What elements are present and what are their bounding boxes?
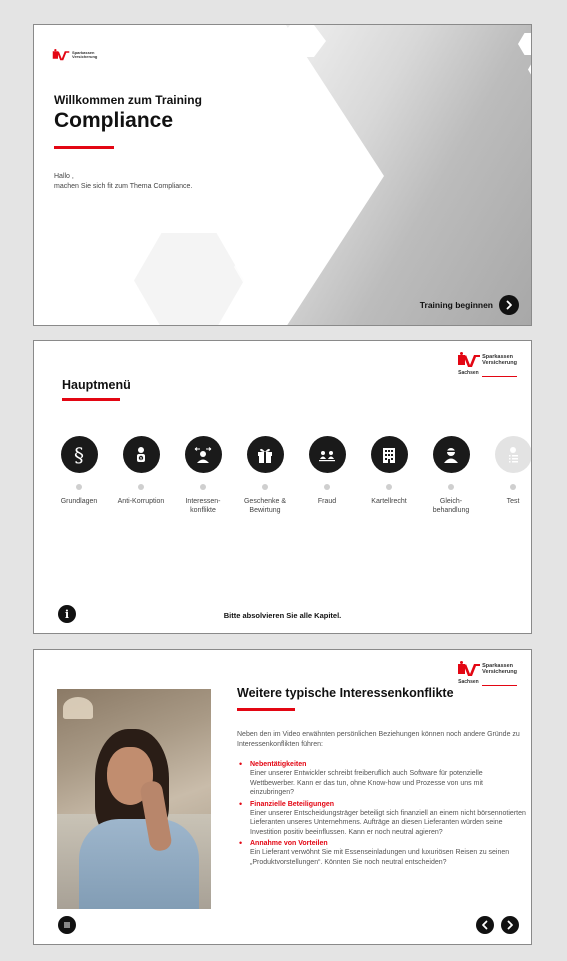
progress-dot bbox=[200, 484, 206, 490]
slide-content: Sparkassen Versicherung Sachsen Weitere … bbox=[33, 649, 532, 945]
menu-item-kartellrecht[interactable]: Kartellrecht bbox=[358, 436, 420, 506]
greeting-text: Hallo , machen Sie sich fit zum Thema Co… bbox=[54, 172, 192, 192]
start-training-button[interactable]: Training beginnen bbox=[420, 295, 519, 315]
next-button[interactable] bbox=[501, 916, 519, 934]
brand-name-line2: Versicherung bbox=[72, 54, 98, 59]
menu-item-label: Geschenke & Bewirtung bbox=[243, 498, 287, 514]
chevron-left-icon bbox=[482, 920, 488, 930]
progress-dot bbox=[138, 484, 144, 490]
list-item-heading: Nebentätigkeiten bbox=[250, 761, 307, 768]
menu-item-label: Anti-Korruption bbox=[117, 498, 165, 505]
brand-name-line2: Versicherung bbox=[482, 360, 517, 366]
person-icon[interactable] bbox=[432, 436, 470, 473]
title-underline bbox=[237, 708, 295, 711]
brand-region: Sachsen bbox=[458, 679, 479, 685]
menu-item-label: Fraud bbox=[317, 498, 337, 505]
menu-item-anti-korruption[interactable]: $ Anti-Korruption bbox=[110, 436, 172, 506]
progress-dot bbox=[76, 484, 82, 490]
chapter-menu: § Grundlagen $ Anti-Korruption Interesse… bbox=[48, 436, 531, 536]
brand-region: Sachsen bbox=[458, 370, 479, 376]
menu-item-label: Interessen- konflikte bbox=[185, 498, 221, 514]
menu-item-test: Test bbox=[482, 436, 531, 506]
building-icon[interactable] bbox=[370, 436, 408, 473]
chevron-right-icon[interactable] bbox=[499, 295, 519, 315]
previous-button[interactable] bbox=[476, 916, 494, 934]
slide-welcome: Sparkassen Versicherung Willkommen zum T… bbox=[33, 24, 532, 326]
list-item: Nebentätigkeiten Einer unserer Entwickle… bbox=[237, 759, 527, 798]
list-item-heading: Finanzielle Beteiligungen bbox=[250, 800, 335, 808]
page-title: Hauptmenü bbox=[62, 378, 131, 392]
menu-item-label: Gleich- behandlung bbox=[432, 498, 470, 514]
menu-item-interessenkonflikte[interactable]: Interessen- konflikte bbox=[172, 436, 234, 515]
conflict-list: Nebentätigkeiten Einer unserer Entwickle… bbox=[237, 759, 527, 869]
menu-item-label: Test bbox=[506, 498, 520, 505]
welcome-heading: Willkommen zum Training bbox=[54, 93, 202, 107]
brand-logo: Sparkassen Versicherung Sachsen bbox=[458, 661, 517, 686]
training-title: Compliance bbox=[54, 109, 174, 132]
list-item-text: Einer unserer Entscheidungsträger beteil… bbox=[250, 809, 526, 836]
list-item: Annahme von Vorteilen Ein Lieferant verw… bbox=[237, 838, 527, 867]
list-item-text: Ein Lieferant verwöhnt Sie mit Essensein… bbox=[250, 849, 510, 866]
anti-bribery-icon[interactable]: $ bbox=[122, 436, 160, 473]
menu-item-gleichbehandlung[interactable]: Gleich- behandlung bbox=[420, 436, 482, 515]
fraud-icon[interactable] bbox=[308, 436, 346, 473]
progress-dot bbox=[510, 484, 516, 490]
progress-dot bbox=[262, 484, 268, 490]
brand-logo: Sparkassen Versicherung Sachsen bbox=[458, 352, 517, 377]
menu-item-fraud[interactable]: Fraud bbox=[296, 436, 358, 506]
menu-item-grundlagen[interactable]: § Grundlagen bbox=[48, 436, 110, 506]
paragraph-icon[interactable]: § bbox=[60, 436, 98, 473]
brand-logo: Sparkassen Versicherung bbox=[52, 49, 97, 61]
test-icon bbox=[494, 436, 531, 473]
completion-hint: Bitte absolvieren Sie alle Kapitel. bbox=[223, 611, 342, 620]
hamburger-icon bbox=[64, 922, 70, 928]
menu-item-geschenke[interactable]: Geschenke & Bewirtung bbox=[234, 436, 296, 515]
gift-icon[interactable] bbox=[246, 436, 284, 473]
title-underline bbox=[54, 146, 114, 149]
start-training-label: Training beginnen bbox=[419, 300, 493, 310]
menu-item-label: Grundlagen bbox=[60, 498, 98, 505]
greeting-line2: machen Sie sich fit zum Thema Compliance… bbox=[54, 183, 193, 190]
list-item: Finanzielle Beteiligungen Einer unserer … bbox=[237, 799, 527, 838]
menu-item-label: Kartellrecht bbox=[371, 498, 407, 505]
content-title: Weitere typische Interessenkonflikte bbox=[237, 686, 454, 700]
greeting-line1: Hallo , bbox=[54, 173, 74, 180]
slide-main-menu: Sparkassen Versicherung Sachsen Hauptmen… bbox=[33, 340, 532, 634]
conflict-icon[interactable] bbox=[184, 436, 222, 473]
chevron-right-icon bbox=[507, 920, 513, 930]
progress-dot bbox=[324, 484, 330, 490]
woman-photo bbox=[57, 689, 211, 909]
list-item-text: Einer unserer Entwickler schreibt freibe… bbox=[250, 770, 483, 796]
list-item-heading: Annahme von Vorteilen bbox=[250, 840, 328, 847]
intro-text: Neben den im Video erwähnten persönliche… bbox=[237, 731, 520, 748]
progress-dot bbox=[448, 484, 454, 490]
brand-name-line2: Versicherung bbox=[482, 669, 517, 675]
menu-button[interactable] bbox=[58, 916, 76, 934]
progress-dot bbox=[386, 484, 392, 490]
title-underline bbox=[62, 398, 120, 401]
